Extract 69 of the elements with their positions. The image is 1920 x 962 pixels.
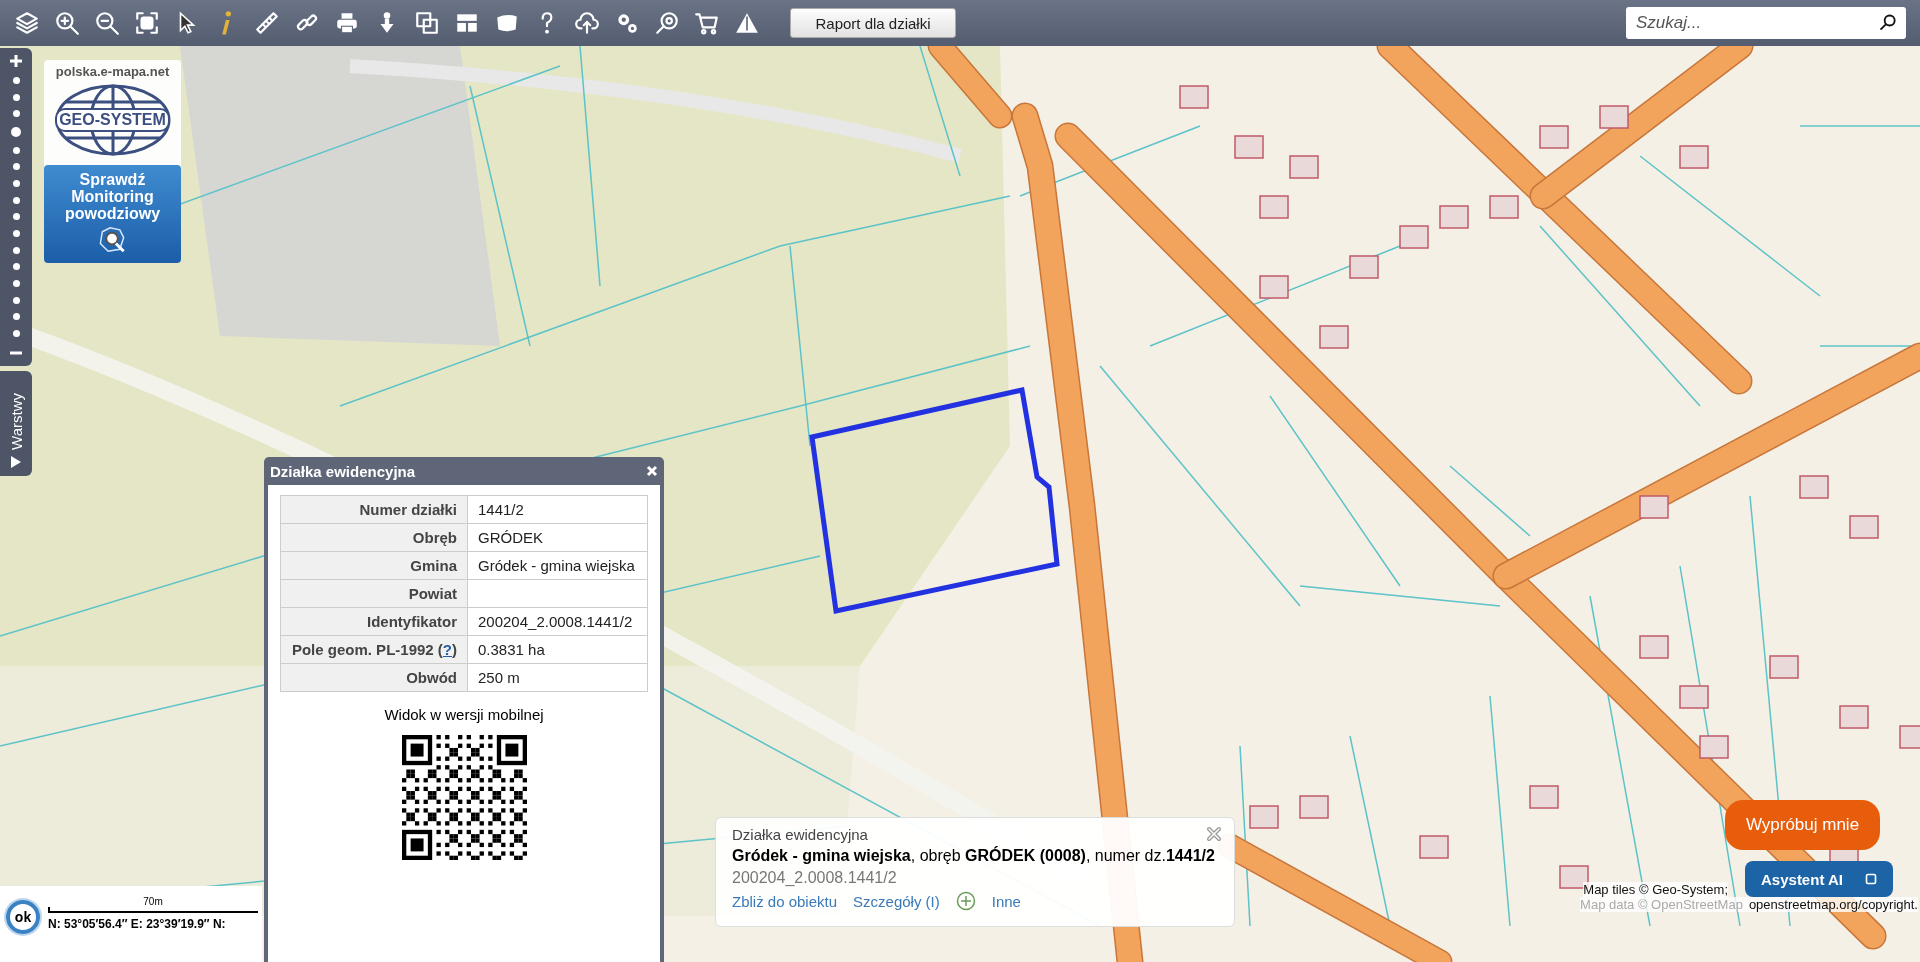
logo-text: GEO-SYSTEM <box>55 108 170 132</box>
coordinates: N: 53°05′56.4″ E: 23°39′19.9″ N: <box>48 917 227 931</box>
try-me-bubble[interactable]: Wypróbuj mnie <box>1725 800 1880 850</box>
flood-monitoring-button[interactable]: Sprawdź Monitoring powodziowy <box>44 165 181 263</box>
add-icon[interactable] <box>955 891 976 911</box>
zoom-tick <box>12 110 20 118</box>
ruler-icon <box>253 10 280 36</box>
card-link[interactable]: Szczegóły (I) <box>853 892 940 910</box>
card-title: Działka ewidencyjna <box>732 826 868 843</box>
table-cell: Numer działki <box>280 495 468 524</box>
scale-label: 70m <box>142 896 164 907</box>
zoom-thumb[interactable] <box>11 126 21 137</box>
attribution-text: Map data © OpenStreetMap <box>1580 897 1743 912</box>
parcel-id: 200204_2.0008.1441/2 <box>732 869 898 887</box>
site-address: polska.e-mapa.net <box>55 63 170 81</box>
layers-tab[interactable]: Warstwy <box>0 371 32 476</box>
zoom-tick <box>12 246 20 254</box>
table-cell: 0.3831 ha <box>467 635 648 664</box>
zoom-tick <box>12 296 20 304</box>
report-button[interactable]: Raport dla działki <box>790 8 956 38</box>
ok-button[interactable]: ok <box>6 900 40 934</box>
table-cell: GRÓDEK <box>467 523 648 552</box>
zoom-tick <box>12 213 20 221</box>
layers-icon <box>13 10 40 36</box>
search-icon[interactable] <box>1878 13 1898 33</box>
zoom-tick <box>12 280 20 288</box>
zoom-tick <box>12 313 20 321</box>
zoom-tick <box>12 179 20 187</box>
cart-icon <box>693 10 720 36</box>
table-cell: 1441/2 <box>467 495 648 524</box>
table-cell: 250 m <box>467 663 648 692</box>
table-cell: Powiat <box>280 579 468 608</box>
zoom-tick <box>12 163 20 171</box>
table-cell: Gmina <box>280 551 468 580</box>
table-cell: 200204_2.0008.1441/2 <box>467 607 648 636</box>
table-cell: Gródek - gmina wiejska <box>467 551 648 580</box>
search-zoom-icon <box>653 10 680 36</box>
mobile-view-caption: Widok w wersji mobilnej <box>384 706 544 723</box>
zoom-tick <box>12 76 20 84</box>
zoom-tick <box>12 330 20 338</box>
square-icon <box>1865 873 1877 885</box>
table-cell: Obręb <box>280 523 468 552</box>
triangle-icon <box>11 456 21 468</box>
attribution-text: Map tiles © Geo-System; <box>1583 882 1728 897</box>
close-icon[interactable] <box>1206 826 1222 842</box>
row-label: Pole geom. PL-1992 ( <box>291 641 443 658</box>
card-link[interactable]: Inne <box>991 892 1021 910</box>
search-field[interactable]: Szukaj... <box>1626 7 1906 39</box>
zoom-tick <box>12 146 20 154</box>
table-cell: Obwód <box>280 663 468 692</box>
zoom-in-icon[interactable] <box>9 54 23 68</box>
zoom-tick <box>12 230 20 238</box>
overlapping-windows-icon <box>413 10 440 36</box>
zoom-out-icon <box>93 10 120 36</box>
zoom-tick <box>12 93 20 101</box>
attribution-link[interactable]: openstreetmap.org/copyright. <box>1748 897 1918 912</box>
fullscreen-icon <box>133 10 160 36</box>
zoom-tick <box>12 263 20 271</box>
table-cell: Identyfikator <box>280 607 468 636</box>
help-link[interactable]: ? <box>442 641 452 658</box>
card-link[interactable]: Zbliż do obiektu <box>732 892 838 910</box>
info-icon <box>221 10 232 36</box>
parcel-summary: Gródek - gmina wiejska, obręb GRÓDEK (0008), numer dz.1441/2 <box>732 847 1216 865</box>
cloud-upload-icon <box>573 10 600 36</box>
ai-assistant-button[interactable]: Asystent AI <box>1745 861 1893 897</box>
zoom-tick <box>12 196 20 204</box>
zoom-in-icon <box>53 10 80 36</box>
popup-title: Działka ewidencyjna <box>270 462 416 480</box>
row-label: ) <box>452 641 457 658</box>
